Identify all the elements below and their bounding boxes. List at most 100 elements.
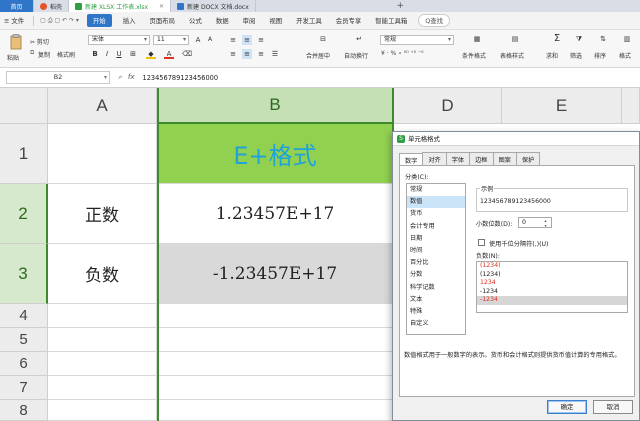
category-item[interactable]: 货币 xyxy=(407,208,465,220)
zoom-icon[interactable]: ⌕ xyxy=(118,73,122,82)
tab-daoke[interactable]: 稻壳 xyxy=(34,0,70,12)
paste-button[interactable]: 粘贴 xyxy=(7,53,19,62)
italic-icon[interactable]: I xyxy=(102,49,112,59)
cell-b1[interactable]: E+格式 xyxy=(157,124,394,184)
bold-icon[interactable]: B xyxy=(90,49,100,59)
search-button[interactable]: Q查找 xyxy=(418,14,451,27)
font-color-icon[interactable]: A xyxy=(164,49,174,59)
cell-b6[interactable] xyxy=(157,352,394,376)
align-bottom-icon[interactable]: ≡ xyxy=(256,35,266,45)
format-icon[interactable]: ▥ xyxy=(620,34,634,44)
category-item[interactable]: 时间 xyxy=(407,245,465,257)
row-header-5[interactable]: 5 xyxy=(0,328,48,352)
fill-color-icon[interactable]: ◆ xyxy=(146,49,156,59)
row-header-2[interactable]: 2 xyxy=(0,184,48,244)
row-header-1[interactable]: 1 xyxy=(0,124,48,184)
column-header-d[interactable]: D xyxy=(394,88,502,124)
wrap-button[interactable]: 自动换行 xyxy=(344,51,368,60)
cell-a2[interactable]: 正数 xyxy=(48,184,157,244)
cond-format-icon[interactable]: ▦ xyxy=(470,34,484,44)
new-tab-button[interactable]: + xyxy=(390,0,410,12)
align-left-icon[interactable]: ≡ xyxy=(228,49,238,59)
thousands-checkbox[interactable] xyxy=(478,239,485,246)
row-header-3[interactable]: 3 xyxy=(0,244,48,304)
font-size-select[interactable]: 11 xyxy=(153,35,189,45)
category-list[interactable]: 常规 数值 货币 会计专用 日期 时间 百分比 分数 科学记数 文本 特殊 自定… xyxy=(406,183,466,335)
negative-option[interactable]: (1234) xyxy=(477,271,627,280)
format-painter-button[interactable]: 格式刷 xyxy=(57,50,75,59)
quick-toolbar-icons[interactable]: ▢ ⎙ ▢ ↶ ↷ ▾ xyxy=(36,17,83,25)
sort-icon[interactable]: ⇅ xyxy=(596,34,610,44)
tab-docx[interactable]: 新建 DOCX 文档.docx xyxy=(171,0,256,12)
cell-a3[interactable]: 负数 xyxy=(48,244,157,304)
ok-button[interactable]: 确定 xyxy=(547,400,587,414)
font-name-select[interactable]: 宋体 xyxy=(88,35,150,45)
category-item[interactable]: 文本 xyxy=(407,294,465,306)
menu-insert[interactable]: 插入 xyxy=(116,16,143,25)
sum-button[interactable]: 求和 xyxy=(546,51,558,60)
category-item[interactable]: 日期 xyxy=(407,233,465,245)
number-format-select[interactable]: 常规 xyxy=(380,35,454,45)
negative-option[interactable]: -1234 xyxy=(477,288,627,297)
filter-icon[interactable]: ⧩ xyxy=(572,34,586,44)
cell-a8[interactable] xyxy=(48,400,157,421)
merge-icon[interactable]: ⊟ xyxy=(316,34,330,44)
tab-home[interactable]: 首页 xyxy=(0,0,34,12)
copy-button[interactable]: 复制 xyxy=(38,50,50,59)
category-item[interactable]: 数值 xyxy=(407,196,465,209)
dialog-titlebar[interactable]: S 单元格格式 xyxy=(393,132,639,146)
grow-font-icon[interactable]: A xyxy=(193,35,203,45)
cut-button[interactable]: ✂ 剪切 xyxy=(30,37,49,46)
merge-button[interactable]: 合并居中 xyxy=(306,51,330,60)
menu-file[interactable]: ≡ 文件 xyxy=(0,16,31,25)
tab-xlsx[interactable]: 新建 XLSX 工作表.xlsx ✕ xyxy=(69,0,172,12)
menu-review[interactable]: 审阅 xyxy=(236,16,263,25)
sort-button[interactable]: 排序 xyxy=(594,51,606,60)
cell-b4[interactable] xyxy=(157,304,394,328)
menu-home[interactable]: 开始 xyxy=(86,14,112,27)
formula-content[interactable]: 123456789123456000 xyxy=(143,74,219,82)
underline-icon[interactable]: U xyxy=(114,49,124,59)
align-middle-icon[interactable]: ≡ xyxy=(242,35,252,45)
cell-b2[interactable]: 1.23457E+17 xyxy=(157,184,394,244)
cell-a1[interactable] xyxy=(48,124,157,184)
fx-icon[interactable]: fx xyxy=(128,73,135,82)
menu-developer[interactable]: 开发工具 xyxy=(289,16,329,25)
row-header-8[interactable]: 8 xyxy=(0,400,48,421)
row-header-4[interactable]: 4 xyxy=(0,304,48,328)
category-item[interactable]: 会计专用 xyxy=(407,221,465,233)
category-item[interactable]: 科学记数 xyxy=(407,282,465,294)
category-item[interactable]: 百分比 xyxy=(407,257,465,269)
shrink-font-icon[interactable]: A xyxy=(205,35,215,45)
cell-a7[interactable] xyxy=(48,376,157,400)
negative-option[interactable]: (1234) xyxy=(477,262,627,271)
menu-member[interactable]: 会员专享 xyxy=(329,16,369,25)
paste-icon[interactable] xyxy=(9,34,23,50)
align-center-icon[interactable]: ≡ xyxy=(242,49,252,59)
category-item[interactable]: 自定义 xyxy=(407,318,465,330)
menu-formulas[interactable]: 公式 xyxy=(182,16,209,25)
menu-page-layout[interactable]: 页面布局 xyxy=(142,16,182,25)
category-item[interactable]: 特殊 xyxy=(407,306,465,318)
cell-b5[interactable] xyxy=(157,328,394,352)
cell-a4[interactable] xyxy=(48,304,157,328)
table-style-button[interactable]: 表格样式 xyxy=(500,51,524,60)
column-header-b[interactable]: B xyxy=(157,88,394,124)
table-style-icon[interactable]: ▤ xyxy=(508,34,522,44)
category-item[interactable]: 常规 xyxy=(407,184,465,196)
number-format-icons[interactable]: ¥ · % ∘ ⁰⁰ ⁺⁰ ⁻⁰ xyxy=(381,50,424,57)
decimals-spinner[interactable]: 0 xyxy=(518,217,552,228)
align-right-icon[interactable]: ≡ xyxy=(256,49,266,59)
distribute-icon[interactable]: ☰ xyxy=(270,49,280,59)
menu-view[interactable]: 视图 xyxy=(262,16,289,25)
cell-b8[interactable] xyxy=(157,400,394,421)
column-header-f[interactable] xyxy=(622,88,640,124)
cell-b3[interactable]: -1.23457E+17 xyxy=(157,244,394,304)
cell-a6[interactable] xyxy=(48,352,157,376)
category-item[interactable]: 分数 xyxy=(407,269,465,281)
negative-list[interactable]: (1234) (1234) 1234 -1234 -1234 xyxy=(476,261,628,313)
negative-option[interactable]: -1234 xyxy=(477,296,627,305)
sum-icon[interactable]: Σ xyxy=(550,34,564,44)
border-icon[interactable]: ⊞ xyxy=(128,49,138,59)
row-header-6[interactable]: 6 xyxy=(0,352,48,376)
